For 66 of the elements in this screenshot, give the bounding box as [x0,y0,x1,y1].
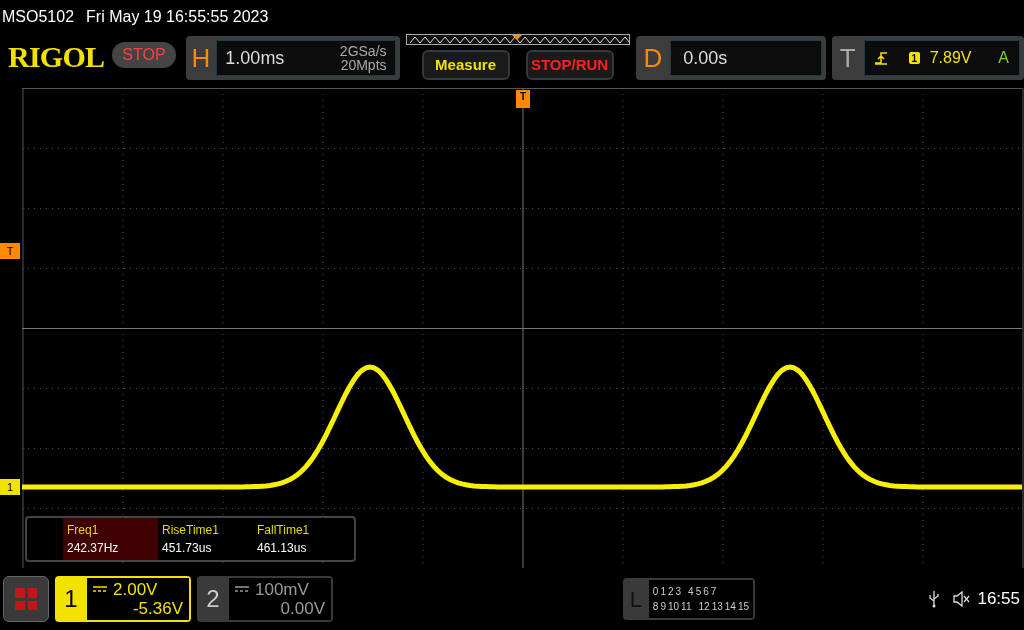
sample-rate: 2GSa/s [339,44,387,58]
channel-scale: 100mV [255,580,309,599]
trigger-position-marker: T [516,90,530,108]
grid-square-icon [27,600,37,610]
trigger-source-badge: 1 [908,52,920,64]
logic-channel-label: 6 [703,585,709,599]
menu-button[interactable] [3,576,49,622]
measurement-value: 242.37Hz [67,540,120,557]
trigger-level-marker: T [0,243,20,259]
channel-panel[interactable]: 2 100mV 0.00V [197,576,333,622]
trigger-label: T [839,41,856,75]
dc-coupling-icon [93,586,107,593]
channel-offset: 0.00V [279,599,325,618]
logic-channel-label: 0 [652,585,659,599]
logic-channel-label: 4 [688,585,694,599]
logic-channel-label: 1 [660,585,666,599]
memory-depth: 20Mpts [340,58,387,72]
horizontal-panel[interactable]: H 1.00ms 2GSa/s 20Mpts [185,36,400,80]
stop-run-button[interactable]: STOP/RUN [525,50,614,80]
measurement-name: Freq1 [67,522,100,539]
measurement-item[interactable]: FallTime1 461.13us [253,518,348,560]
usb-icon [929,590,940,608]
grid-square-icon [15,588,25,598]
channel-marker: 1 [0,479,20,495]
channel-panel[interactable]: 1 2.00V -5.36V [55,576,191,622]
brand-logo: RIGOL [8,42,105,72]
trigger-mode: A [998,48,1009,68]
rising-edge-icon [874,51,887,65]
measurement-item[interactable]: Freq1 242.37Hz [63,518,158,560]
logic-channel-label: 15 [737,600,749,614]
logic-channel-label: 12 [698,600,710,614]
logic-channel-label: 5 [695,585,702,599]
measurement-value: 461.13us [257,540,308,557]
logic-channel-label: 9 [660,600,666,614]
logic-channel-label: 8 [652,600,659,614]
grid-square-icon [27,588,37,598]
channel-offset: -5.36V [131,599,183,618]
model-name: MSO5102 [2,7,75,27]
run-state-indicator: STOP [112,42,176,68]
delay-label: D [643,41,663,75]
channel-number: 1 [63,584,79,614]
date-time: Fri May 19 16:55:55 2023 [86,7,269,27]
logic-channel-label: 14 [724,600,736,614]
delay-panel[interactable]: D 0.00s [635,36,826,80]
logic-channel-label: 3 [675,585,682,599]
channel-scale: 2.00V [113,580,158,599]
measurement-item[interactable]: RiseTime1 451.73us [158,518,253,560]
logic-channel-label: 13 [711,600,723,614]
trigger-level: 7.89V [929,48,972,68]
measurement-name: RiseTime1 [162,522,220,539]
trigger-panel[interactable]: T 1 7.89V A [831,36,1024,80]
measure-button[interactable]: Measure [421,50,510,80]
measurement-name: FallTime1 [257,522,311,539]
logic-channel-label: 10 [668,600,680,614]
timebase-value: 1.00ms [225,46,285,70]
grid-square-icon [15,600,25,610]
speaker-muted-icon [953,591,972,607]
measurement-value: 451.73us [162,540,213,557]
logic-channel-label: 11 [681,600,692,614]
delay-value: 0.00s [683,46,728,70]
logic-channel-label: 2 [668,585,674,599]
channel-number: 2 [205,584,221,614]
clock: 16:55 [977,588,1020,611]
horizontal-label: H [191,41,211,75]
dc-coupling-icon [235,586,249,593]
logic-channel-label: 7 [710,585,717,599]
